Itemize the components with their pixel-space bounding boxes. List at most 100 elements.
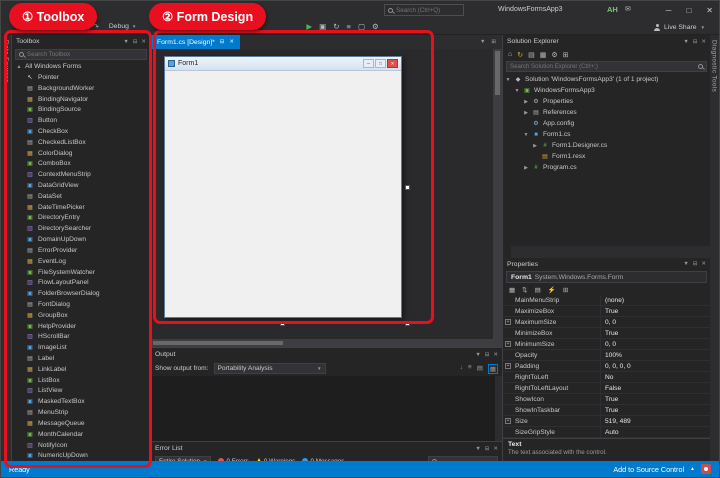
window-list-icon[interactable]: ⊞ — [491, 39, 496, 45]
property-value[interactable]: 100% — [601, 350, 710, 360]
maximize-button[interactable]: □ — [686, 6, 691, 15]
toolbox-search[interactable] — [15, 49, 147, 60]
toolbox-item[interactable]: ▣ MonthCalendar — [12, 429, 150, 440]
chevron-down-icon[interactable]: ▼ — [475, 446, 480, 452]
toolbox-item[interactable]: ▤ MenuStrip — [12, 407, 150, 418]
data-sources-tab[interactable]: Data Sources — [1, 35, 12, 461]
designed-form[interactable]: Form1 ─ □ ✕ — [164, 56, 402, 318]
property-row[interactable]: RightToLeftLayout False — [503, 383, 710, 395]
toolbox-item[interactable]: ▦ GroupBox — [12, 310, 150, 321]
toolbox-item[interactable]: ▤ BackgroundWorker — [12, 83, 150, 94]
expander-icon[interactable] — [503, 350, 513, 360]
property-row[interactable]: SizeGripStyle Auto — [503, 427, 710, 439]
expander-icon[interactable]: ▼ — [505, 77, 511, 83]
expander-icon[interactable] — [503, 372, 513, 382]
tree-item[interactable]: ▼ ◆ Solution 'WindowsFormsApp3' (1 of 1 … — [503, 74, 710, 85]
property-pages-icon[interactable]: ⊞ — [563, 286, 568, 294]
output-content[interactable] — [151, 376, 502, 441]
configuration-dropdown[interactable]: Debug ▼ — [109, 23, 137, 30]
expander-icon[interactable]: + — [503, 339, 513, 349]
pause-icon[interactable]: ▣ — [319, 22, 326, 31]
goto-message-icon[interactable]: ↓ — [460, 364, 463, 374]
show-all-files-icon[interactable]: ▦ — [540, 51, 547, 59]
step-icon[interactable]: ≡ — [347, 22, 351, 31]
chevron-down-icon[interactable]: ▼ — [475, 352, 480, 358]
property-row[interactable]: RightToLeft No — [503, 372, 710, 384]
toolbox-item[interactable]: ▦ LinkLabel — [12, 364, 150, 375]
chevron-down-icon[interactable]: ▼ — [123, 39, 128, 45]
properties-icon[interactable]: ⚙ — [551, 51, 557, 59]
live-share-button[interactable]: Live Share ▼ — [654, 19, 705, 35]
toolbox-item[interactable]: ▣ CheckBox — [12, 126, 150, 137]
close-icon[interactable]: ✕ — [701, 39, 706, 45]
tree-item[interactable]: ▶ ▤ References — [503, 107, 710, 118]
expander-icon[interactable]: ▶ — [523, 99, 529, 105]
tab-form1-design[interactable]: Form1.cs [Design]* ⊟ ✕ — [151, 35, 241, 49]
expander-icon[interactable]: ▼ — [523, 132, 529, 138]
property-row[interactable]: + MinimumSize 0, 0 — [503, 339, 710, 351]
minimize-button[interactable]: ─ — [666, 6, 672, 15]
property-value[interactable]: 519, 489 — [601, 416, 710, 426]
property-value[interactable]: True — [601, 405, 710, 415]
property-value[interactable]: True — [601, 328, 710, 338]
resize-handle-bottom[interactable] — [280, 321, 285, 326]
toolbox-item[interactable]: ↖ Pointer — [12, 72, 150, 83]
property-row[interactable]: MaximizeBox True — [503, 306, 710, 318]
tree-item[interactable]: ▼ ▣ WindowsFormsApp3 — [503, 85, 710, 96]
pin-icon[interactable]: ⊟ — [485, 352, 490, 358]
wrap-icon[interactable]: ≡ — [468, 364, 472, 374]
toolbox-item[interactable]: ▥ HScrollBar — [12, 332, 150, 343]
tool-window-tab[interactable] — [527, 246, 535, 258]
add-to-source-control-button[interactable]: Add to Source Control — [613, 465, 684, 474]
property-value[interactable]: (none) — [601, 295, 710, 305]
toolbox-group-header[interactable]: ▲ All Windows Forms — [12, 61, 150, 72]
property-row[interactable]: MinimizeBox True — [503, 328, 710, 340]
property-row[interactable]: ShowIcon True — [503, 394, 710, 406]
property-row[interactable]: ShowInTaskbar True — [503, 405, 710, 417]
tool-window-tab[interactable] — [511, 246, 519, 258]
toolbox-item[interactable]: ▣ ImageList — [12, 342, 150, 353]
expander-icon[interactable] — [503, 306, 513, 316]
start-debug-icon[interactable]: ▶ — [306, 22, 312, 31]
toolbox-item[interactable]: ▥ FlowLayoutPanel — [12, 277, 150, 288]
toolbox-item[interactable]: ▤ Label — [12, 353, 150, 364]
toolbox-search-input[interactable] — [27, 51, 143, 58]
property-row[interactable]: MainMenuStrip (none) — [503, 295, 710, 307]
pin-icon[interactable]: ⊟ — [693, 261, 698, 267]
expander-icon[interactable]: ▶ — [532, 143, 538, 149]
toolbox-item[interactable]: ▣ BindingSource — [12, 104, 150, 115]
quick-search[interactable] — [384, 4, 464, 16]
toolbox-item[interactable]: ▣ DomainUpDown — [12, 234, 150, 245]
toolbox-item[interactable]: ▤ ErrorProvider — [12, 245, 150, 256]
expander-icon[interactable]: + — [503, 416, 513, 426]
expander-icon[interactable] — [503, 394, 513, 404]
solution-explorer-search[interactable] — [506, 61, 707, 72]
property-value[interactable]: 0, 0, 0, 0 — [601, 361, 710, 371]
toolbox-item[interactable]: ▣ FileSystemWatcher — [12, 267, 150, 278]
notification-icon[interactable] — [701, 464, 711, 474]
property-value[interactable]: True — [601, 394, 710, 404]
toolbox-item[interactable]: ▦ ColorDialog — [12, 148, 150, 159]
toolbox-item[interactable]: ▦ BindingNavigator — [12, 94, 150, 105]
toolbox-item[interactable]: ▤ DataSet — [12, 191, 150, 202]
form-titlebar[interactable]: Form1 ─ □ ✕ — [165, 57, 401, 71]
home-icon[interactable]: ⌂ — [508, 51, 512, 58]
tree-item[interactable]: ▶ ⚙ Properties — [503, 96, 710, 107]
events-icon[interactable]: ⚡ — [548, 286, 556, 294]
toolbox-item[interactable]: ▣ NumericUpDown — [12, 450, 150, 461]
property-value[interactable]: 0, 0 — [601, 317, 710, 327]
toolbox-item[interactable]: ▥ ContextMenuStrip — [12, 169, 150, 180]
pin-icon[interactable]: ⊟ — [133, 39, 138, 45]
toolbox-item[interactable]: ▣ FolderBrowserDialog — [12, 288, 150, 299]
pin-icon[interactable]: ⊟ — [220, 39, 225, 45]
solution-search-input[interactable] — [510, 63, 695, 70]
tool-window-tab[interactable] — [503, 246, 511, 258]
property-value[interactable]: False — [601, 383, 710, 393]
chevron-down-icon[interactable]: ▼ — [480, 39, 485, 45]
tree-item[interactable]: ▼ ■ Form1.cs — [503, 129, 710, 140]
close-icon[interactable]: ✕ — [141, 39, 146, 45]
scrollbar-thumb[interactable] — [495, 51, 500, 95]
restart-icon[interactable]: ↻ — [333, 22, 339, 31]
property-value[interactable]: No — [601, 372, 710, 382]
options-icon[interactable]: ⚙ — [372, 22, 379, 31]
